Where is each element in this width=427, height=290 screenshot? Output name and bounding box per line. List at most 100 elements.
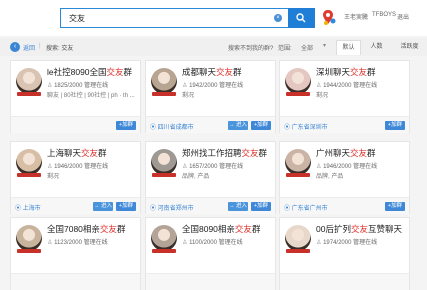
card-footer [11, 273, 140, 290]
group-title[interactable]: 上海聊天交友群 [47, 147, 107, 159]
group-tags: 剩况 [182, 93, 195, 99]
members-icon: ♙ [316, 164, 322, 170]
group-card[interactable]: 上海聊天交友群 ♙ 1946/2000 管理在线 剩况 ⦿ 上海市 → 进入 +… [10, 141, 141, 214]
breadcrumb: 搜索: 交友 [46, 46, 74, 52]
member-count: ♙ 1657/2000 管理在线 [182, 164, 244, 170]
group-title[interactable]: 成都聊天交友群 [182, 66, 242, 78]
card-footer: ⦿ 四川省成都市 → 进入 +加群 [146, 116, 275, 133]
group-title[interactable]: 广州聊天交友群 [316, 147, 376, 159]
group-title[interactable]: 全国8090相亲交友群 [182, 223, 260, 235]
avatar[interactable] [16, 149, 42, 175]
avatar-badge [17, 249, 41, 253]
tab-default[interactable]: 默认 [336, 40, 361, 55]
card-footer: ⦿ 广东省深圳市 +加群 [280, 116, 409, 133]
location-pin-icon: ⦿ [284, 206, 292, 212]
group-location[interactable]: ⦿ 河南省郑州市 [150, 203, 194, 212]
group-card[interactable]: 全国7080相亲交友群 ♙ 1123/2000 管理在线 [10, 217, 141, 290]
breadcrumb-separator: | [39, 43, 41, 49]
scope-select[interactable]: 全部 [301, 43, 313, 52]
join-group-button[interactable]: +加群 [116, 121, 136, 130]
members-icon: ♙ [47, 164, 53, 170]
clear-icon[interactable]: × [274, 14, 282, 22]
card-footer: ⦿ 上海市 → 进入 +加群 [11, 197, 140, 214]
avatar-badge [17, 173, 41, 177]
avatar-badge [17, 92, 41, 96]
join-group-button[interactable]: +加群 [385, 202, 405, 211]
group-tags: 剩况 [316, 93, 329, 99]
avatar[interactable] [151, 149, 177, 175]
enter-button[interactable]: → 进入 [93, 202, 113, 211]
card-footer: ⦿ 广东省广州市 +加群 [280, 197, 409, 214]
user-tag[interactable]: TFBOYS [372, 12, 396, 18]
group-location[interactable]: ⦿ 四川省成都市 [150, 122, 194, 131]
back-link[interactable]: 返回 [23, 43, 35, 52]
tab-activity[interactable]: 活跃度 [392, 40, 427, 55]
card-footer: +加群 [11, 116, 140, 133]
avatar[interactable] [285, 225, 311, 251]
members-icon: ♙ [182, 240, 188, 246]
avatar[interactable] [285, 68, 311, 94]
avatar[interactable] [16, 225, 42, 251]
members-icon: ♙ [47, 83, 53, 89]
group-tags: 品牌, 产品 [182, 174, 210, 180]
logout-link[interactable]: 退出 [397, 12, 409, 21]
card-footer: ⦿ 河南省郑州市 → 进入 +加群 [146, 197, 275, 214]
map-pin-icon[interactable] [322, 9, 336, 27]
group-tags: 聊友 | 80社控 | 90社控 | ph · th ... [47, 93, 135, 99]
avatar-badge [286, 249, 310, 253]
group-location[interactable]: ⦿ 广东省广州市 [284, 203, 328, 212]
avatar-badge [152, 249, 176, 253]
members-icon: ♙ [182, 83, 188, 89]
location-pin-icon: ⦿ [150, 206, 158, 212]
group-card[interactable]: 成都聊天交友群 ♙ 1942/2000 管理在线 剩况 ⦿ 四川省成都市 → 进… [145, 60, 276, 133]
top-search-bar: × 王老実騰 TFBOYS 退出 [0, 0, 427, 36]
enter-button[interactable]: → 进入 [228, 121, 248, 130]
group-title[interactable]: 郑州找工作招聘交友群 [182, 147, 267, 159]
avatar[interactable] [151, 68, 177, 94]
group-title[interactable]: 全国7080相亲交友群 [47, 223, 125, 235]
join-group-button[interactable]: +加群 [385, 121, 405, 130]
member-count: ♙ 1942/2000 管理在线 [182, 83, 244, 89]
group-card[interactable]: 郑州找工作招聘交友群 ♙ 1657/2000 管理在线 品牌, 产品 ⦿ 河南省… [145, 141, 276, 214]
group-card[interactable]: 广州聊天交友群 ♙ 1946/2000 管理在线 品牌, 产品 ⦿ 广东省广州市… [279, 141, 410, 214]
search-box: × [60, 8, 315, 28]
group-location[interactable]: ⦿ 上海市 [15, 203, 41, 212]
search-input[interactable] [61, 9, 288, 27]
group-card[interactable]: 全国8090相亲交友群 ♙ 1100/2000 管理在线 [145, 217, 276, 290]
not-found-link[interactable]: 搜索不到我的群? [228, 43, 273, 52]
user-name[interactable]: 王老実騰 [344, 12, 368, 21]
member-count: ♙ 1946/2000 管理在线 [316, 164, 378, 170]
avatar[interactable] [285, 149, 311, 175]
group-location[interactable]: ⦿ 广东省深圳市 [284, 122, 328, 131]
members-icon: ♙ [316, 83, 322, 89]
back-arrow-icon[interactable]: ‹ [10, 42, 20, 52]
scope-label: 范围: [278, 46, 292, 52]
location-pin-icon: ⦿ [284, 125, 292, 131]
join-group-button[interactable]: +加群 [116, 202, 136, 211]
search-button[interactable] [288, 8, 315, 28]
location-pin-icon: ⦿ [150, 125, 158, 131]
member-count: ♙ 1944/2000 管理在线 [316, 83, 378, 89]
group-title[interactable]: 深圳聊天交友群 [316, 66, 376, 78]
join-group-button[interactable]: +加群 [251, 121, 271, 130]
group-card[interactable]: le社控8090全国交友群 ♙ 1825/2000 管理在线 聊友 | 80社控… [10, 60, 141, 133]
avatar-badge [152, 92, 176, 96]
group-title[interactable]: 00后扩列交友互赞聊天 [316, 223, 402, 235]
group-tags: 剩况 [47, 174, 60, 180]
chevron-down-icon[interactable]: ▾ [323, 42, 326, 49]
avatar-badge [286, 173, 310, 177]
group-title[interactable]: le社控8090全国交友群 [47, 66, 132, 78]
avatar-badge [152, 173, 176, 177]
group-card[interactable]: 深圳聊天交友群 ♙ 1944/2000 管理在线 剩况 ⦿ 广东省深圳市 +加群 [279, 60, 410, 133]
members-icon: ♙ [182, 164, 188, 170]
location-pin-icon: ⦿ [15, 206, 23, 212]
enter-button[interactable]: → 进入 [228, 202, 248, 211]
card-footer [146, 273, 275, 290]
tab-members[interactable]: 人数 [364, 40, 389, 55]
avatar[interactable] [16, 68, 42, 94]
join-group-button[interactable]: +加群 [251, 202, 271, 211]
group-card[interactable]: 00后扩列交友互赞聊天 ♙ 1974/2000 管理在线 [279, 217, 410, 290]
members-icon: ♙ [316, 240, 322, 246]
avatar[interactable] [151, 225, 177, 251]
filter-bar: ‹ 返回 | 搜索: 交友 搜索不到我的群? 范围: 全部 ▾ 默认 人数 活跃… [0, 38, 427, 56]
